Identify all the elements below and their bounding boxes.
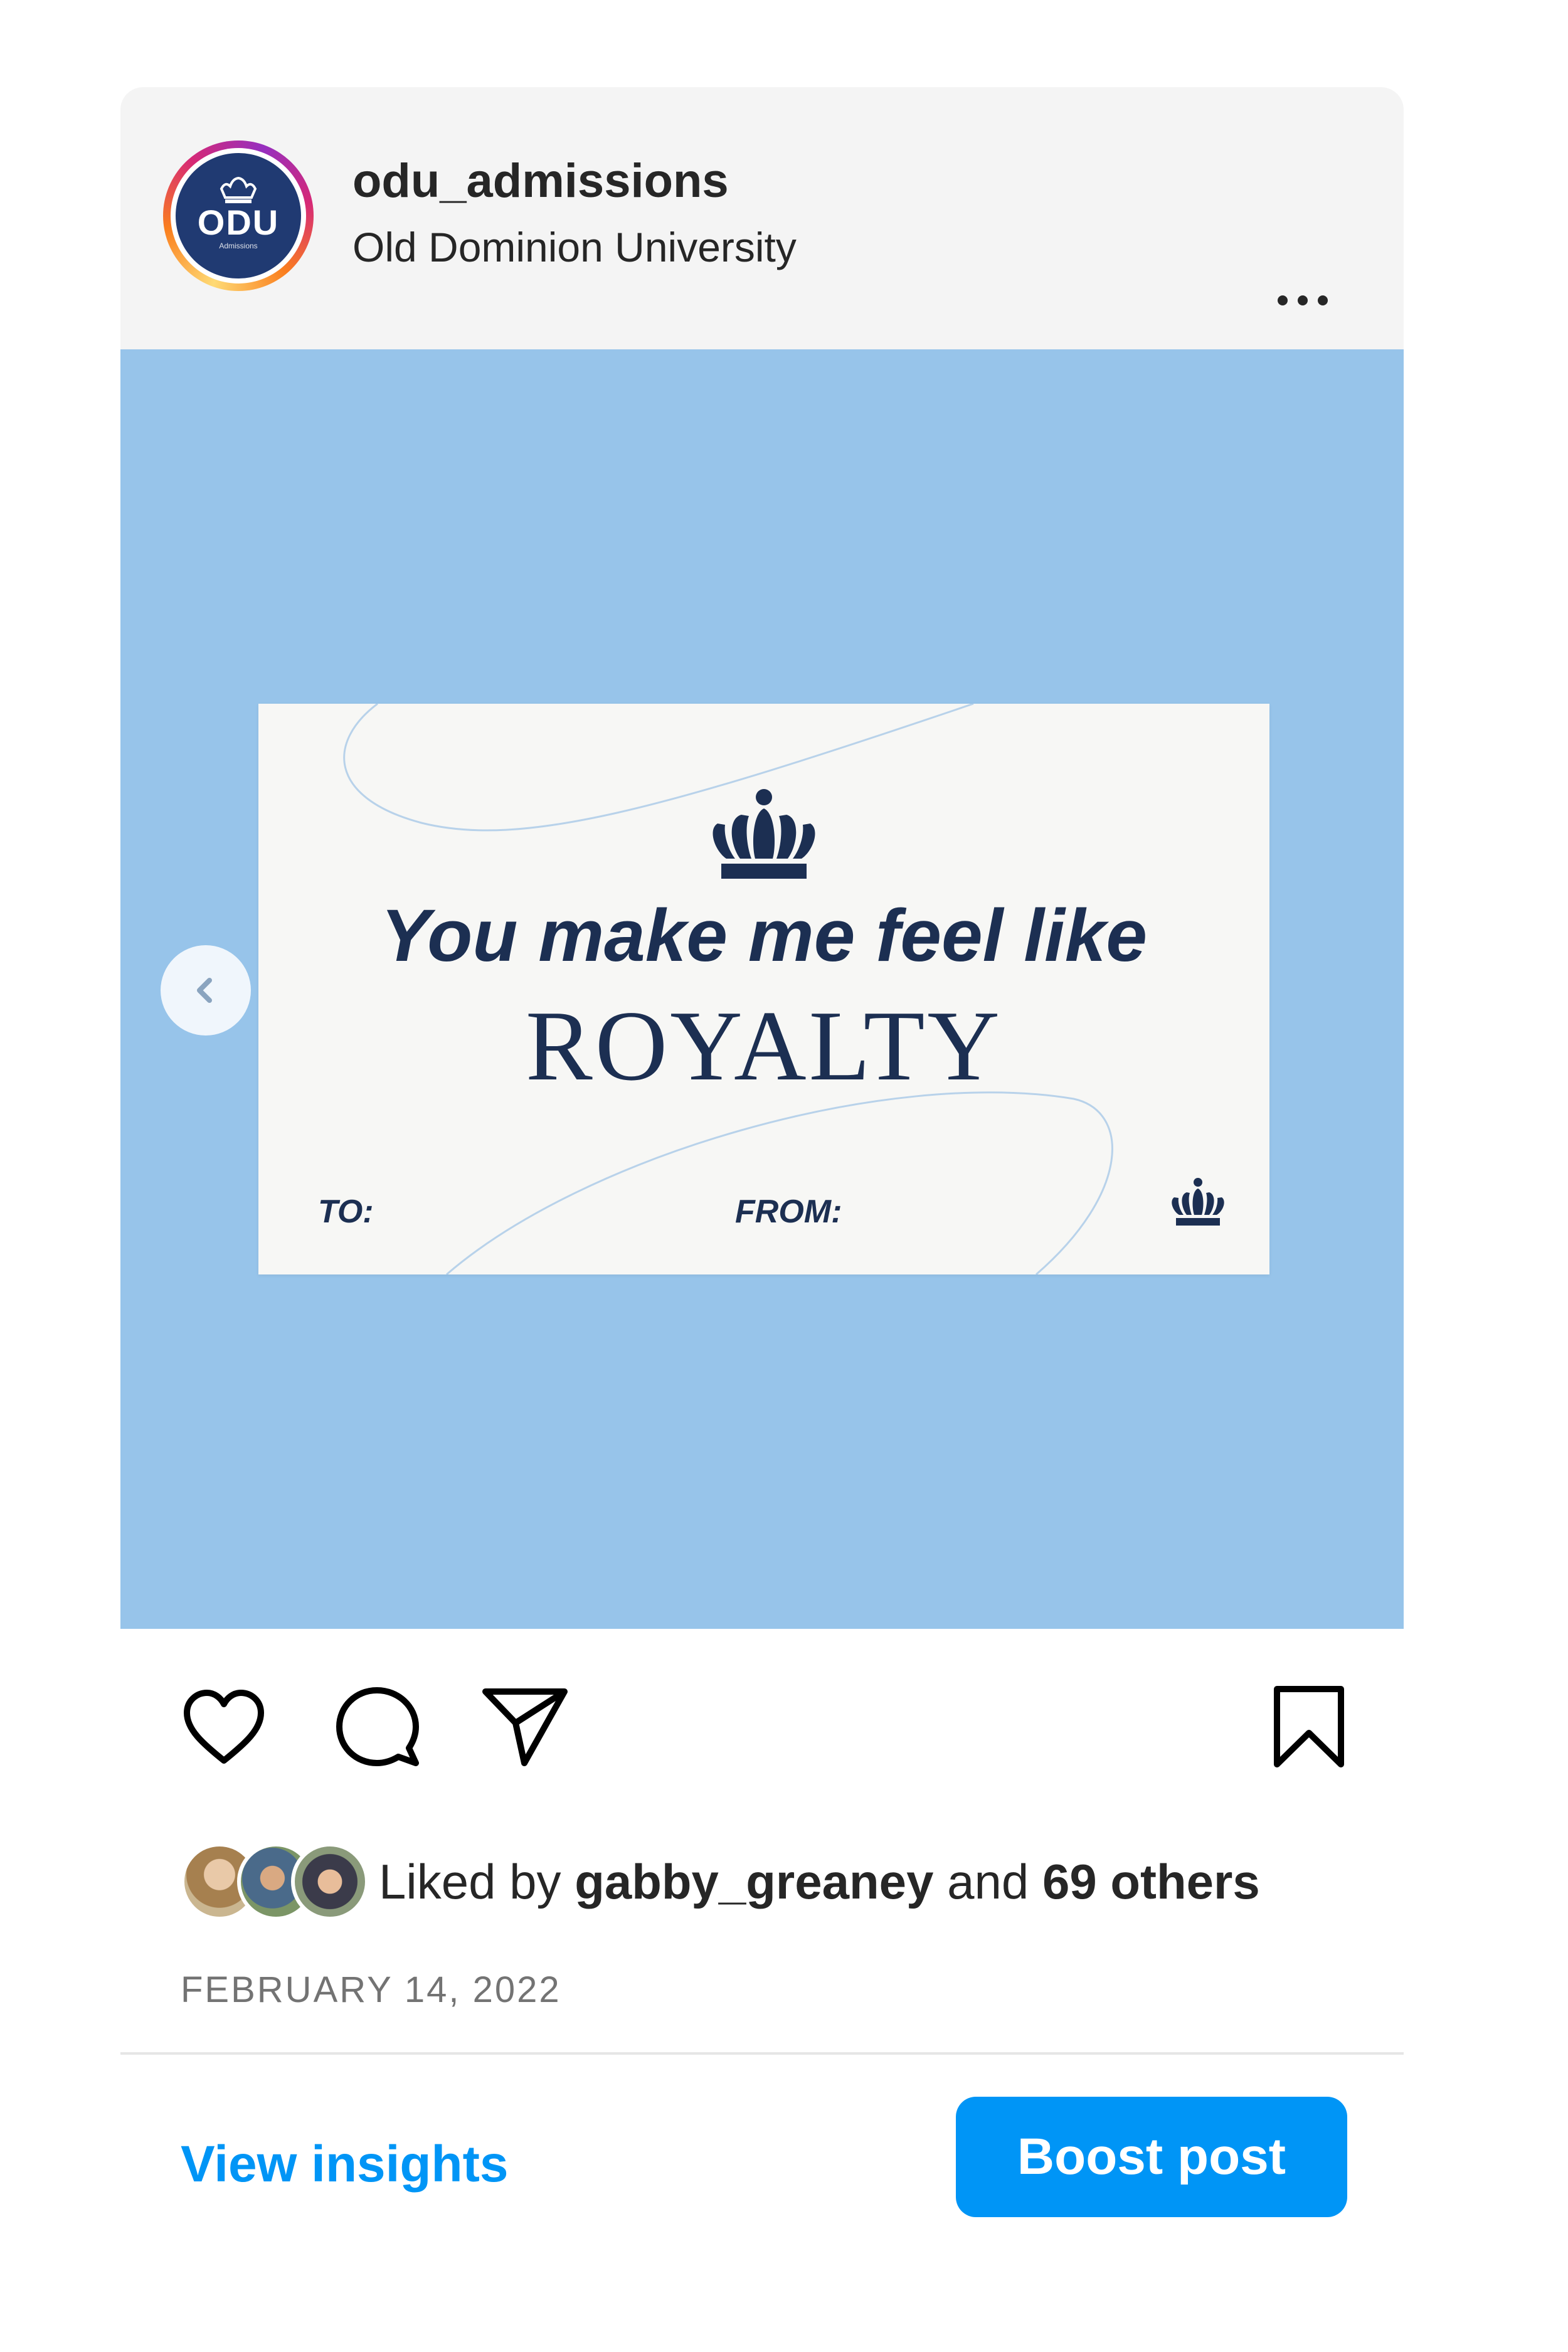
heart-icon xyxy=(184,1690,264,1764)
comment-icon xyxy=(336,1687,419,1766)
view-insights-link[interactable]: View insights xyxy=(181,2135,509,2194)
liker-username[interactable]: gabby_greaney xyxy=(575,1854,933,1909)
valentine-card-image: You make me feel like ROYALTY TO: FROM: xyxy=(258,704,1269,1274)
crown-icon xyxy=(220,176,257,203)
save-button[interactable] xyxy=(1262,1680,1356,1774)
card-to-label: TO: xyxy=(318,1194,374,1230)
liker-avatar xyxy=(291,1843,369,1920)
more-icon xyxy=(1278,295,1288,305)
post-username[interactable]: odu_admissions xyxy=(352,153,729,209)
small-crown-icon xyxy=(1172,1178,1224,1226)
likes-others[interactable]: 69 others xyxy=(1042,1854,1260,1909)
bookmark-icon xyxy=(1274,1686,1344,1767)
share-button[interactable] xyxy=(478,1680,572,1774)
share-icon xyxy=(482,1688,568,1766)
chevron-left-icon xyxy=(197,978,212,1003)
comment-button[interactable] xyxy=(331,1680,425,1774)
post-location[interactable]: Old Dominion University xyxy=(352,222,797,272)
card-headline: You make me feel like xyxy=(380,894,1148,977)
avatar[interactable]: ODU Admissions xyxy=(163,140,314,291)
card-from-label: FROM: xyxy=(735,1194,842,1230)
more-options-button[interactable] xyxy=(1259,275,1347,326)
previous-slide-button[interactable] xyxy=(161,945,251,1036)
crown-icon xyxy=(712,789,815,879)
divider xyxy=(120,2052,1404,2055)
card-royalty-text: ROYALTY xyxy=(526,990,1002,1101)
boost-post-button[interactable]: Boost post xyxy=(956,2097,1347,2217)
avatar-text: ODU xyxy=(197,203,280,242)
post-card: ODU Admissions odu_admissions Old Domini… xyxy=(120,87,1404,2282)
post-date: FEBRUARY 14, 2022 xyxy=(181,1969,561,2010)
like-button[interactable] xyxy=(177,1680,271,1774)
likes-text: Liked by gabby_greaney and 69 others xyxy=(379,1853,1260,1909)
post-media[interactable]: You make me feel like ROYALTY TO: FROM: xyxy=(120,349,1404,1629)
post-actions xyxy=(120,1680,1404,1781)
likes-summary[interactable]: Liked by gabby_greaney and 69 others xyxy=(181,1841,1260,1922)
liker-avatars xyxy=(181,1843,369,1920)
post-header: ODU Admissions odu_admissions Old Domini… xyxy=(120,87,1404,349)
avatar-subtext: Admissions xyxy=(219,241,258,250)
